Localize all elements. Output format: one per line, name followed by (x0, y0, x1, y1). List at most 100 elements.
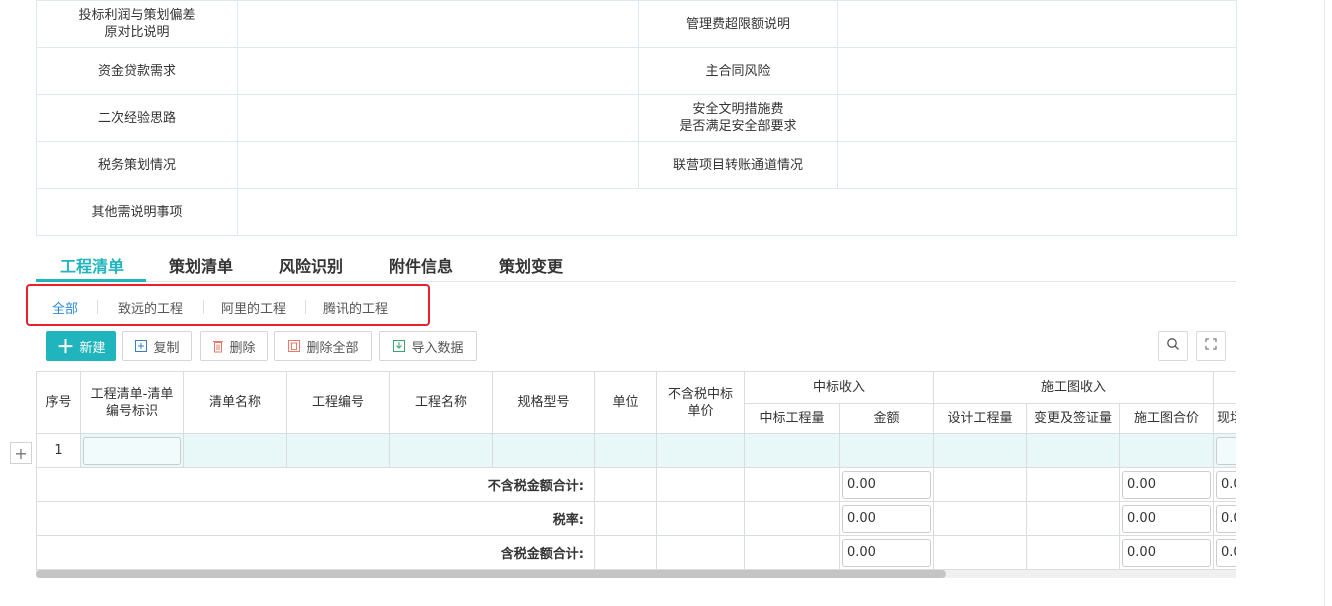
import-label: 导入数据 (411, 340, 464, 356)
delete-all-label: 删除全部 (306, 340, 359, 356)
row-cell[interactable] (286, 433, 390, 468)
sum-design-price-input[interactable]: 0.00 (1122, 538, 1212, 567)
info-label: 资金贷款需求 (36, 47, 238, 95)
sum-cut-input[interactable]: 0.0 (1216, 504, 1236, 533)
delete-all-button[interactable]: 删除全部 (274, 331, 372, 361)
info-label: 安全文明措施费 是否满足安全部要求 (638, 94, 838, 142)
sum-amount-cell[interactable]: 0.00 (838, 535, 935, 570)
col-cut-group (1213, 371, 1236, 404)
info-value[interactable] (237, 188, 1237, 236)
sum-amount-input[interactable]: 0.00 (842, 470, 932, 499)
col-amount: 金额 (838, 403, 935, 434)
sum-design-price-cell[interactable]: 0.00 (1119, 467, 1215, 502)
sum-amount-input[interactable]: 0.00 (842, 504, 932, 533)
horizontal-scrollbar[interactable] (36, 570, 1236, 578)
sum-amount-input[interactable]: 0.00 (842, 538, 932, 567)
sum-design-price-input[interactable]: 0.00 (1122, 470, 1212, 499)
row-seq: 1 (36, 433, 81, 468)
plus-icon: + (14, 443, 28, 463)
trash-icon (212, 339, 224, 353)
search-button[interactable] (1158, 331, 1188, 361)
sum-label: 含税金额合计: (36, 535, 595, 570)
row-cell[interactable] (492, 433, 595, 468)
import-button[interactable]: 导入数据 (379, 331, 477, 361)
col-price: 不含税中标 单价 (656, 371, 745, 434)
row-cell[interactable] (1026, 433, 1121, 468)
filter-separator (305, 300, 306, 314)
row-cell[interactable] (1119, 433, 1215, 468)
sum-design-price-input[interactable]: 0.00 (1122, 504, 1212, 533)
row-cell[interactable] (1213, 433, 1236, 468)
sum-cut-input[interactable]: 0.0 (1216, 470, 1236, 499)
project-grid: 序号 工程清单-清单 编号标识 清单名称 工程编号 工程名称 规格型号 单位 不… (36, 371, 1236, 576)
info-value[interactable] (837, 141, 1237, 189)
delete-label: 删除 (229, 340, 256, 356)
sum-cut-cell[interactable]: 0.0 (1213, 501, 1236, 536)
info-value[interactable] (837, 47, 1237, 95)
info-label: 管理费超限额说明 (638, 0, 838, 48)
sum-design-price-cell[interactable]: 0.00 (1119, 535, 1215, 570)
info-label: 二次经验思路 (36, 94, 238, 142)
sum-cut-cell[interactable]: 0.0 (1213, 467, 1236, 502)
copy-button[interactable]: 复制 (122, 331, 192, 361)
new-button[interactable]: ＋ 新建 (46, 331, 116, 361)
info-value[interactable] (237, 94, 639, 142)
fullscreen-button[interactable] (1196, 331, 1226, 361)
row-cell[interactable] (838, 433, 935, 468)
scrollbar-thumb[interactable] (36, 570, 946, 578)
col-proj-no: 工程编号 (286, 371, 390, 434)
sum-label: 不含税金额合计: (36, 467, 595, 502)
sum-row: 含税金额合计: 0.00 0.00 0.0 (36, 535, 1236, 570)
main-tabs: 工程清单 策划清单 风险识别 附件信息 策划变更 (36, 245, 1236, 282)
row-cell[interactable] (389, 433, 493, 468)
info-label: 税务策划情况 (36, 141, 238, 189)
row-cell[interactable] (933, 433, 1028, 468)
col-design-qty: 设计工程量 (933, 403, 1028, 434)
filter-tencent[interactable]: 腾讯的工程 (323, 298, 388, 317)
delete-button[interactable]: 删除 (200, 331, 268, 361)
filter-ali[interactable]: 阿里的工程 (221, 298, 286, 317)
row-code-cell[interactable] (80, 433, 184, 468)
sum-row: 税率: 0.00 0.00 0.0 (36, 501, 1236, 536)
col-design-price: 施工图合价 (1119, 403, 1215, 434)
filter-separator (203, 300, 204, 314)
col-unit: 单位 (594, 371, 657, 434)
sum-design-price-cell[interactable]: 0.00 (1119, 501, 1215, 536)
fullscreen-icon (1205, 338, 1217, 354)
info-value[interactable] (837, 0, 1237, 48)
info-value[interactable] (837, 94, 1237, 142)
row-expand-button[interactable]: + (10, 442, 32, 464)
cut-input[interactable] (1216, 436, 1236, 465)
active-tab-underline (36, 279, 146, 282)
filter-zhiyuan[interactable]: 致远的工程 (118, 298, 183, 317)
filter-tabs: 全部 致远的工程 阿里的工程 腾讯的工程 (26, 284, 430, 326)
sum-row: 不含税金额合计: 0.00 0.00 0.0 (36, 467, 1236, 502)
col-bid-qty: 中标工程量 (744, 403, 840, 434)
copy-label: 复制 (153, 340, 180, 356)
tab-plan-list[interactable]: 策划清单 (169, 253, 233, 277)
search-icon (1166, 337, 1180, 355)
info-value[interactable] (237, 0, 639, 48)
new-label: 新建 (79, 340, 106, 356)
row-cell[interactable] (183, 433, 287, 468)
tab-risk[interactable]: 风险识别 (279, 253, 343, 277)
row-cell[interactable] (744, 433, 840, 468)
col-bid-income: 中标收入 (743, 371, 935, 404)
col-name: 清单名称 (183, 371, 287, 434)
sum-amount-cell[interactable]: 0.00 (838, 467, 935, 502)
tab-project-list[interactable]: 工程清单 (60, 253, 124, 277)
code-input[interactable] (83, 436, 181, 465)
tab-attachments[interactable]: 附件信息 (389, 253, 453, 277)
sum-amount-cell[interactable]: 0.00 (838, 501, 935, 536)
info-label: 联营项目转账通道情况 (638, 141, 838, 189)
info-value[interactable] (237, 47, 639, 95)
col-seq: 序号 (36, 371, 81, 434)
filter-all[interactable]: 全部 (52, 298, 78, 317)
sum-cut-cell[interactable]: 0.0 (1213, 535, 1236, 570)
sum-cut-input[interactable]: 0.0 (1216, 538, 1236, 567)
row-cell[interactable] (656, 433, 745, 468)
row-cell[interactable] (594, 433, 657, 468)
info-label: 其他需说明事项 (36, 188, 238, 236)
tab-plan-change[interactable]: 策划变更 (499, 253, 563, 277)
info-value[interactable] (237, 141, 639, 189)
